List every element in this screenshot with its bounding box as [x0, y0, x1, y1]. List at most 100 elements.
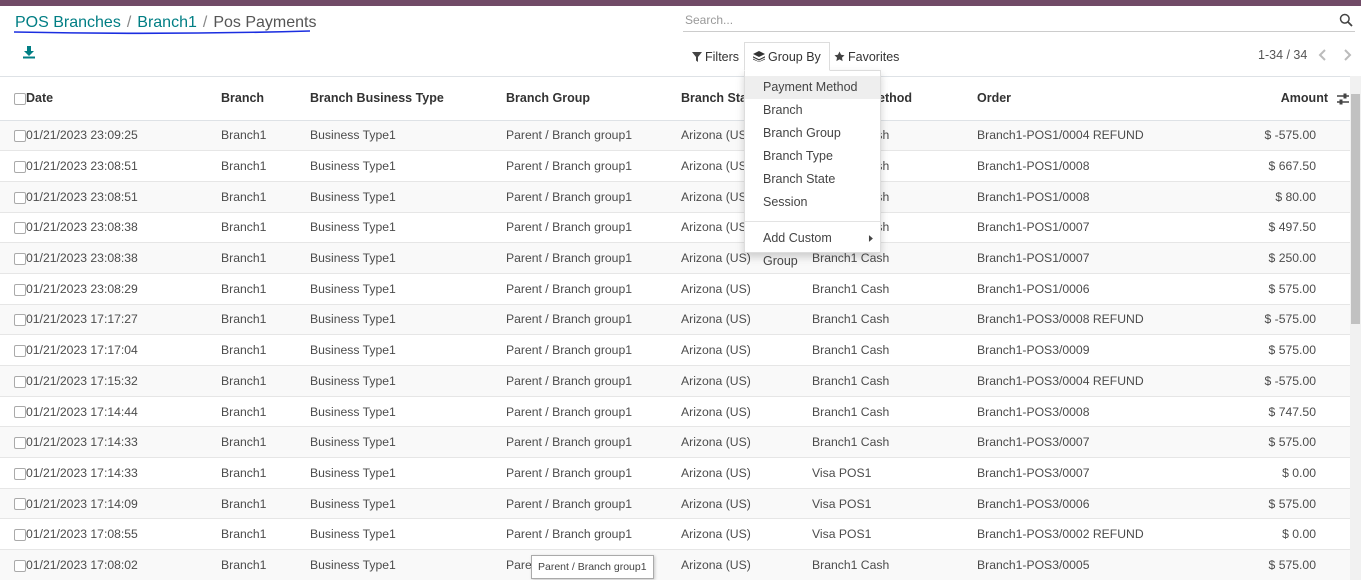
- row-select-cell: [0, 457, 26, 489]
- table-row[interactable]: 01/21/2023 23:08:38 Branch1 Business Type1…: [0, 242, 1350, 274]
- row-date: 01/21/2023 17:14:33: [26, 426, 221, 459]
- row-order: Branch1-POS3/0002 REFUND: [977, 518, 1200, 551]
- table-row[interactable]: 01/21/2023 17:17:04 Branch1 Business Type1…: [0, 334, 1350, 366]
- row-branch-group: Parent / Branch group1: [506, 150, 681, 182]
- row-checkbox[interactable]: [14, 344, 26, 357]
- column-branch-group[interactable]: Branch Group: [506, 77, 681, 121]
- pager-range[interactable]: 1-34 / 34: [1258, 48, 1307, 62]
- row-checkbox[interactable]: [14, 283, 26, 296]
- row-amount: $ 0.00: [1200, 518, 1350, 551]
- row-select-cell: [0, 396, 26, 428]
- table-row[interactable]: 01/21/2023 17:08:02 Branch1 Business Type1…: [0, 549, 1350, 580]
- search-bar: [683, 10, 1355, 32]
- row-amount: $ 747.50: [1200, 396, 1350, 428]
- row-checkbox[interactable]: [14, 314, 26, 327]
- row-checkbox[interactable]: [14, 529, 26, 542]
- row-order: Branch1-POS3/0007: [977, 457, 1200, 489]
- row-branch: Branch1: [221, 273, 310, 305]
- row-branch-state: Arizona (US): [681, 304, 812, 336]
- row-business-type: Business Type1: [310, 212, 506, 244]
- row-branch: Branch1: [221, 426, 310, 459]
- filters-label: Filters: [705, 49, 740, 64]
- row-branch: Branch1: [221, 120, 310, 152]
- row-checkbox[interactable]: [14, 252, 26, 265]
- row-branch-group: Parent / Branch group1: [506, 518, 681, 551]
- row-branch: Branch1: [221, 365, 310, 397]
- chevron-left-icon[interactable]: [1315, 48, 1331, 62]
- row-branch-group: Parent / Branch group1: [506, 396, 681, 428]
- add-custom-group-label: Add Custom Group: [763, 231, 832, 268]
- vertical-scrollbar[interactable]: [1350, 76, 1361, 580]
- row-checkbox[interactable]: [14, 375, 26, 388]
- row-select-cell: [0, 120, 26, 152]
- row-branch-group: Parent / Branch group1: [506, 334, 681, 366]
- group-by-branch-type[interactable]: Branch Type: [745, 145, 880, 168]
- table-row[interactable]: 01/21/2023 17:14:33 Branch1 Business Type1…: [0, 426, 1350, 459]
- breadcrumb-branch1[interactable]: Branch1: [137, 14, 197, 31]
- column-amount[interactable]: Amount: [1200, 77, 1350, 121]
- row-business-type: Business Type1: [310, 242, 506, 274]
- table-row[interactable]: 01/21/2023 17:14:33 Branch1 Business Type1…: [0, 457, 1350, 489]
- row-date: 01/21/2023 17:14:33: [26, 457, 221, 489]
- table-row[interactable]: 01/21/2023 17:08:55 Branch1 Business Type1…: [0, 518, 1350, 551]
- table-row[interactable]: 01/21/2023 23:09:25 Branch1 Business Type1…: [0, 120, 1350, 152]
- group-by-button[interactable]: Group By: [744, 42, 830, 71]
- row-amount: $ 0.00: [1200, 457, 1350, 489]
- favorites-button[interactable]: Favorites: [834, 43, 899, 70]
- row-checkbox[interactable]: [14, 191, 26, 204]
- row-checkbox[interactable]: [14, 559, 26, 572]
- row-checkbox[interactable]: [14, 160, 26, 173]
- group-by-branch-state[interactable]: Branch State: [745, 168, 880, 191]
- tooltip: Parent / Branch group1: [531, 555, 654, 579]
- row-checkbox[interactable]: [14, 406, 26, 419]
- row-order: Branch1-POS1/0004 REFUND: [977, 120, 1200, 152]
- row-select-cell: [0, 181, 26, 213]
- row-date: 01/21/2023 23:08:51: [26, 150, 221, 182]
- column-business-type[interactable]: Branch Business Type: [310, 77, 506, 121]
- add-custom-group[interactable]: Add Custom Group: [745, 227, 880, 268]
- filter-icon: [692, 51, 702, 62]
- group-by-session[interactable]: Session: [745, 191, 880, 214]
- row-branch-group: Parent / Branch group1: [506, 242, 681, 274]
- row-checkbox[interactable]: [14, 437, 26, 449]
- column-date[interactable]: Date: [26, 77, 221, 121]
- row-select-cell: [0, 488, 26, 520]
- table-row[interactable]: 01/21/2023 23:08:51 Branch1 Business Type1…: [0, 181, 1350, 213]
- row-amount: $ 575.00: [1200, 549, 1350, 580]
- table-row[interactable]: 01/21/2023 17:14:44 Branch1 Business Type1…: [0, 396, 1350, 428]
- optional-columns-icon[interactable]: [1336, 92, 1350, 106]
- table-row[interactable]: 01/21/2023 17:14:09 Branch1 Business Type1…: [0, 488, 1350, 520]
- table-row[interactable]: 01/21/2023 17:15:32 Branch1 Business Type1…: [0, 365, 1350, 397]
- download-icon[interactable]: [22, 45, 38, 61]
- select-all-cell: [0, 77, 26, 121]
- filters-button[interactable]: Filters: [692, 43, 739, 70]
- row-date: 01/21/2023 23:08:38: [26, 212, 221, 244]
- scrollbar-thumb[interactable]: [1351, 94, 1360, 324]
- select-all-checkbox[interactable]: [14, 92, 26, 105]
- breadcrumb-pos-branches[interactable]: POS Branches: [15, 14, 121, 31]
- group-by-branch[interactable]: Branch: [745, 99, 880, 122]
- row-checkbox[interactable]: [14, 467, 26, 480]
- row-branch: Branch1: [221, 488, 310, 520]
- row-business-type: Business Type1: [310, 549, 506, 580]
- search-icon[interactable]: [1339, 13, 1353, 27]
- group-by-dropdown: Payment Method Branch Branch Group Branc…: [744, 70, 881, 268]
- group-by-branch-group[interactable]: Branch Group: [745, 122, 880, 145]
- row-order: Branch1-POS3/0005: [977, 549, 1200, 580]
- row-amount: $ 250.00: [1200, 242, 1350, 274]
- column-order[interactable]: Order: [977, 77, 1200, 121]
- row-select-cell: [0, 212, 26, 244]
- row-checkbox[interactable]: [14, 498, 26, 511]
- table-row[interactable]: 01/21/2023 23:08:51 Branch1 Business Type1…: [0, 150, 1350, 182]
- search-input[interactable]: [683, 10, 1323, 30]
- caret-right-icon: [869, 235, 874, 242]
- row-order: Branch1-POS1/0008: [977, 181, 1200, 213]
- row-checkbox[interactable]: [14, 130, 26, 143]
- column-branch[interactable]: Branch: [221, 77, 310, 121]
- table-row[interactable]: 01/21/2023 23:08:29 Branch1 Business Type1…: [0, 273, 1350, 305]
- row-checkbox[interactable]: [14, 222, 26, 235]
- table-row[interactable]: 01/21/2023 23:08:38 Branch1 Business Type1…: [0, 212, 1350, 244]
- table-row[interactable]: 01/21/2023 17:17:27 Branch1 Business Type1…: [0, 304, 1350, 336]
- group-by-payment-method[interactable]: Payment Method: [745, 76, 880, 99]
- chevron-right-icon[interactable]: [1339, 48, 1355, 62]
